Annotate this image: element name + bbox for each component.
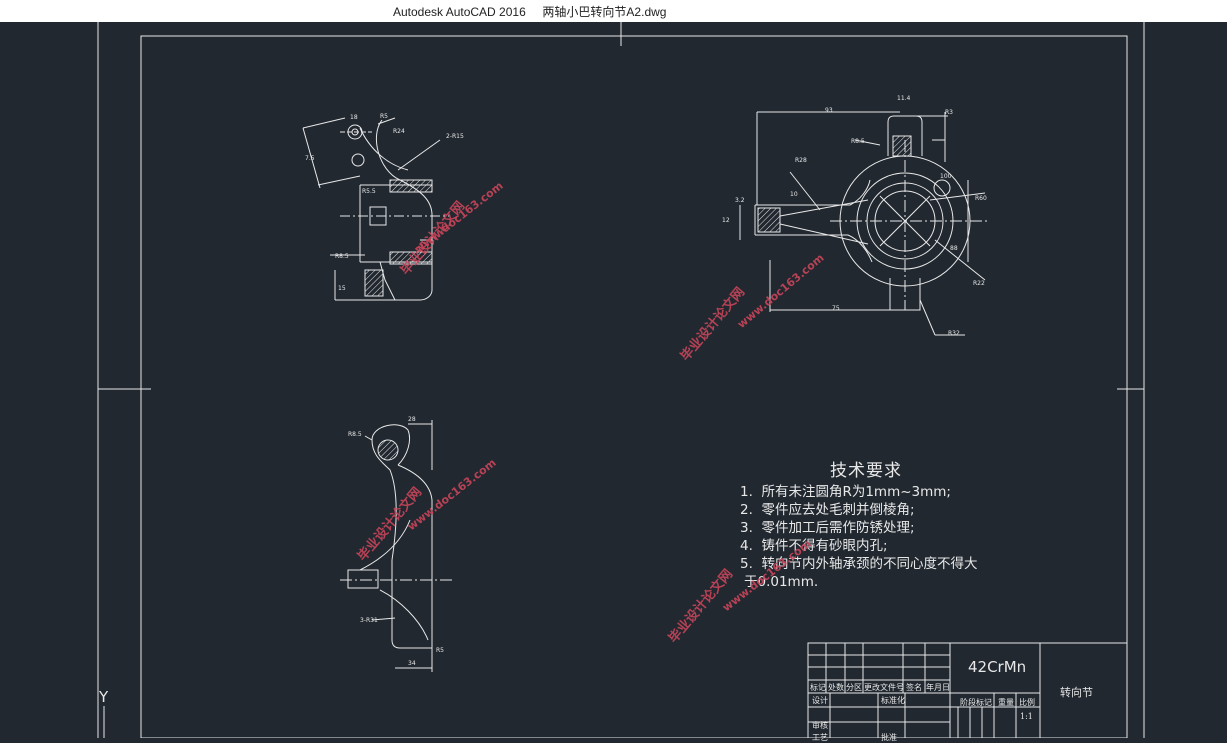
tech-requirements-heading: 技术要求 — [830, 461, 902, 481]
tech-requirement-line: 2. 零件应去处毛刺并倒棱角; — [740, 502, 915, 518]
dim-label: 10 — [790, 191, 798, 198]
dim-label: 88 — [950, 245, 958, 252]
view-top-left — [302, 117, 450, 301]
ucs-y-label: Y — [99, 688, 109, 706]
dim-label: R32 — [948, 330, 960, 337]
tb-header: 处数 — [828, 683, 844, 692]
dim-label: R5.5 — [362, 188, 376, 195]
title-bar: Autodesk AutoCAD 2016 两轴小巴转向节A2.dwg — [0, 0, 1227, 23]
dim-label: 75 — [832, 305, 840, 312]
dim-label: 3.2 — [735, 197, 745, 204]
dim-label: 3-R31 — [360, 617, 378, 624]
material-label: 42CrMn — [968, 658, 1027, 676]
dim-label: 100 — [940, 173, 952, 180]
dim-label: R5 — [380, 113, 388, 120]
dim-label: 28 — [408, 416, 416, 423]
dim-label: 7.5 — [305, 155, 315, 162]
dim-label: R3 — [945, 109, 953, 116]
dim-label: 18 — [350, 114, 358, 121]
dim-label: 12 — [722, 217, 730, 224]
tb-scale-value: 1:1 — [1020, 712, 1033, 721]
tb-review-label: 审核 — [812, 721, 828, 730]
tb-designer-label: 设计 — [812, 696, 828, 705]
tb-header: 签名 — [906, 683, 922, 692]
tech-requirement-line: 3. 零件加工后需作防锈处理; — [740, 520, 915, 536]
tb-header: 年月日 — [926, 683, 950, 692]
dim-label: R28 — [795, 157, 807, 164]
dim-label: R60 — [975, 195, 987, 202]
dim-label: 34 — [408, 660, 416, 667]
inner-frame — [140, 35, 1128, 738]
tb-standard-label: 标准化 — [881, 696, 905, 705]
tb-stage-label: 阶段标记 — [960, 698, 992, 707]
tech-requirement-line: 1. 所有未注圆角R为1mm~3mm; — [740, 484, 951, 500]
dim-label: R5 — [436, 647, 444, 654]
dim-label: 2-R15 — [446, 133, 464, 140]
tb-header: 更改文件号 — [864, 683, 904, 692]
dim-label: 15 — [338, 285, 346, 292]
tb-header: 分区 — [846, 683, 862, 692]
dim-label: R8.5 — [335, 253, 349, 260]
part-name-label: 转向节 — [1060, 686, 1093, 699]
window-title: Autodesk AutoCAD 2016 两轴小巴转向节A2.dwg — [393, 5, 667, 19]
dim-label: R22 — [973, 280, 985, 287]
dim-label: R8.5 — [348, 431, 362, 438]
drawing-canvas[interactable]: R5 R24 2-R15 R5.5 R8.5 7.5 18 15 11.4 R3… — [0, 22, 1227, 742]
tech-requirement-line: 4. 铸件不得有砂眼内孔; — [740, 538, 888, 554]
dim-label: 11.4 — [897, 95, 911, 102]
tb-header: 标记 — [810, 683, 826, 692]
drawing-svg: R5 R24 2-R15 R5.5 R8.5 7.5 18 15 11.4 R3… — [97, 22, 1145, 738]
dim-label: 93 — [825, 107, 833, 114]
tb-weight-label: 重量 — [998, 698, 1014, 707]
dim-label: R24 — [393, 128, 405, 135]
dim-label: R8.5 — [851, 138, 865, 145]
tb-scale-label: 比例 — [1019, 698, 1035, 707]
